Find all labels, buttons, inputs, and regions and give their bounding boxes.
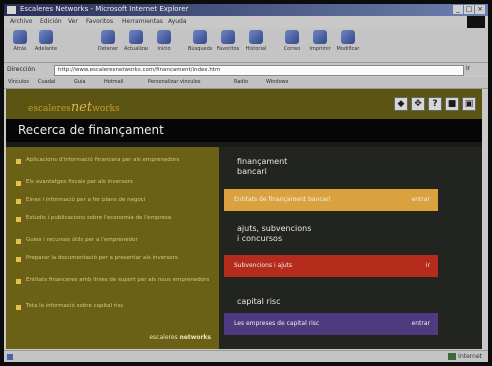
title-bar: Escaleres Networks - Microsoft Internet … <box>4 4 488 16</box>
window-title: Escaleres Networks - Microsoft Internet … <box>20 5 189 13</box>
internet-zone-icon <box>448 353 457 360</box>
page-status-icon <box>7 354 13 360</box>
site-logo[interactable]: escaleresnetworks <box>28 100 120 115</box>
address-input[interactable]: http://www.escaleresnetworks.com/financa… <box>54 65 464 76</box>
forward-button[interactable]: Adelante <box>34 30 58 60</box>
status-bar: Internet <box>4 350 488 362</box>
menu-archivo[interactable]: Archivo <box>10 18 32 25</box>
bullet-icon <box>16 181 21 186</box>
bullet-icon <box>16 305 21 310</box>
section-heading-grants: ajuts, subvencions i concursos <box>237 224 312 243</box>
bullet-icon <box>16 239 21 244</box>
link-cuadal[interactable]: Cuadal <box>38 79 55 85</box>
search-icon <box>193 30 207 44</box>
list-item[interactable]: Eines i informació per a fer plans de ne… <box>16 197 212 204</box>
move-icon[interactable]: ✥ <box>411 97 425 111</box>
list-item[interactable]: Els avantatges fiscals per als inversors <box>16 179 212 186</box>
link-radio[interactable]: Radio <box>234 79 248 85</box>
home-button[interactable]: Inicio <box>152 30 176 60</box>
footer-brand: escaleres networks <box>149 334 211 341</box>
search-button[interactable]: Búsqueda <box>188 30 212 60</box>
menu-ver[interactable]: Ver <box>68 18 78 25</box>
home-icon <box>157 30 171 44</box>
bullet-icon <box>16 279 21 284</box>
page-title-bar: Recerca de finançament <box>6 119 482 142</box>
address-bar: Dirección http://www.escaleresnetworks.c… <box>4 63 488 76</box>
mail-icon <box>285 30 299 44</box>
web-page: escaleresnetworks ◆ ✥ ? ■ ▣ Recerca de f… <box>6 89 482 349</box>
refresh-icon <box>129 30 143 44</box>
stop-icon <box>101 30 115 44</box>
ie-app-icon <box>7 6 16 14</box>
links-label: Vínculos <box>8 79 29 85</box>
stop-button[interactable]: Detener <box>96 30 120 60</box>
menu-ayuda[interactable]: Ayuda <box>168 18 187 25</box>
link-hotmail[interactable]: Hotmail <box>104 79 124 85</box>
link-guia[interactable]: Guía <box>74 79 86 85</box>
list-item[interactable]: Aplicacions d'informació financera per a… <box>16 157 212 164</box>
back-button[interactable]: Atrás <box>8 30 32 60</box>
browser-toolbar: Atrás Adelante Detener Actualizar Inicio… <box>4 28 488 63</box>
bank-financing-bar[interactable]: Entitats de finançament bancari entrar <box>224 189 438 211</box>
browser-window: Escaleres Networks - Microsoft Internet … <box>4 4 488 362</box>
header-icons: ◆ ✥ ? ■ ▣ <box>394 97 476 111</box>
link-windows[interactable]: Windows <box>266 79 288 85</box>
bullet-icon <box>16 257 21 262</box>
list-item[interactable]: Preparar la documentació per a presentar… <box>16 255 212 262</box>
edit-button[interactable]: Modificar <box>336 30 360 60</box>
menu-bar: Archivo Edición Ver Favoritos Herramient… <box>4 16 488 28</box>
minimize-button[interactable]: _ <box>453 5 463 14</box>
bullet-icon <box>16 159 21 164</box>
maximize-button[interactable]: □ <box>464 5 474 14</box>
diamond-icon[interactable]: ◆ <box>394 97 408 111</box>
edit-icon <box>341 30 355 44</box>
grants-bar[interactable]: Subvencions i ajuts ir <box>224 255 438 277</box>
menu-edicion[interactable]: Edición <box>40 18 62 25</box>
printer-icon <box>313 30 327 44</box>
forward-arrow-icon <box>39 30 53 44</box>
list-item[interactable]: Estudis i publicacions sobre l'economia … <box>16 215 212 222</box>
site-header: escaleresnetworks ◆ ✥ ? ■ ▣ <box>6 89 482 119</box>
links-bar: Vínculos Cuadal Guía Hotmail Personaliza… <box>4 77 488 89</box>
menu-favoritos[interactable]: Favoritos <box>86 18 113 25</box>
section-heading-bank: finançament bancari <box>237 157 288 176</box>
refresh-button[interactable]: Actualizar <box>124 30 148 60</box>
bullet-icon <box>16 217 21 222</box>
square-icon[interactable]: ■ <box>445 97 459 111</box>
history-button[interactable]: Historial <box>244 30 268 60</box>
left-link-panel: Aplicacions d'informació financera per a… <box>6 147 219 349</box>
right-category-panel: finançament bancari Entitats de finançam… <box>219 147 482 349</box>
grid-icon[interactable]: ▣ <box>462 97 476 111</box>
menu-herramientas[interactable]: Herramientas <box>122 18 163 25</box>
bullet-icon <box>16 199 21 204</box>
favorites-button[interactable]: Favoritos <box>216 30 240 60</box>
link-personalizar[interactable]: Personalizar vínculos <box>148 79 200 85</box>
mail-button[interactable]: Correo <box>280 30 304 60</box>
list-item[interactable]: Guies i recursos útils per a l'emprenedo… <box>16 237 212 244</box>
close-button[interactable]: × <box>475 5 485 14</box>
section-heading-venture-capital: capital risc <box>237 297 281 306</box>
help-icon[interactable]: ? <box>428 97 442 111</box>
print-button[interactable]: Imprimir <box>308 30 332 60</box>
go-button[interactable]: Ir <box>466 65 484 75</box>
list-item[interactable]: Tota la informació sobre capital risc <box>16 303 212 310</box>
favorites-star-icon <box>221 30 235 44</box>
back-arrow-icon <box>13 30 27 44</box>
security-zone: Internet <box>448 353 482 360</box>
address-label: Dirección <box>7 66 36 73</box>
page-title: Recerca de finançament <box>18 123 164 137</box>
list-item[interactable]: Entitats financeres amb línies de suport… <box>16 277 212 284</box>
history-icon <box>249 30 263 44</box>
venture-capital-bar[interactable]: Les empreses de capital risc entrar <box>224 313 438 335</box>
